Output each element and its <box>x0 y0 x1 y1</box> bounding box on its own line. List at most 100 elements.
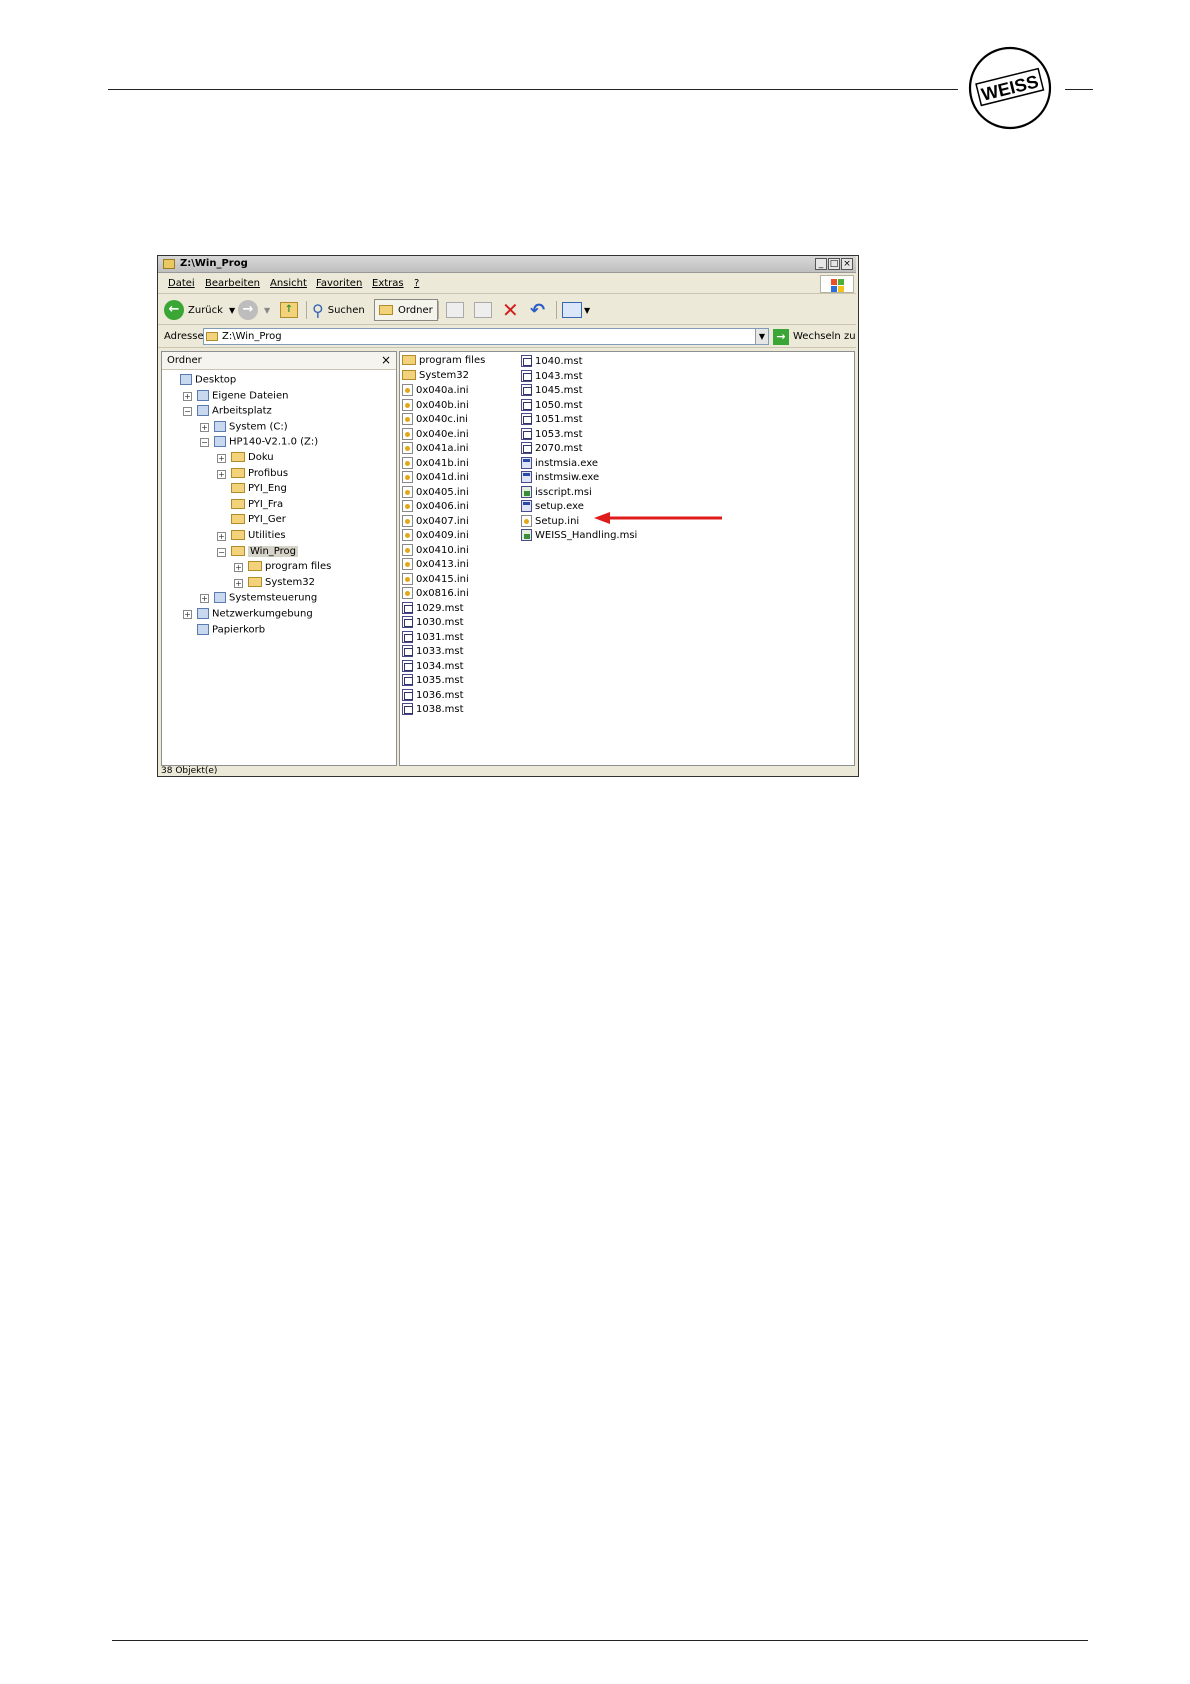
tree-item[interactable]: + System (C:) <box>200 420 288 436</box>
back-button[interactable]: ← Zurück ▼ <box>164 299 235 321</box>
menu-bearbeiten[interactable]: Bearbeiten <box>205 278 260 289</box>
expand-icon[interactable]: + <box>200 594 209 604</box>
undo-button[interactable]: ↶ <box>530 299 545 321</box>
file-item[interactable]: WEISS_Handling.msi <box>521 529 637 544</box>
tree-item[interactable]: PYI_Fra <box>231 498 283 514</box>
tree-item[interactable]: Desktop <box>180 374 236 389</box>
file-item[interactable]: 1030.mst <box>402 616 464 631</box>
tree-item[interactable]: + Netzwerkumgebung <box>183 608 313 623</box>
file-item[interactable]: 1036.mst <box>402 688 464 704</box>
tree-item[interactable]: − HP140-V2.1.0 (Z:) <box>200 436 318 451</box>
file-item[interactable]: 1043.mst <box>521 369 583 385</box>
expand-icon[interactable]: + <box>217 454 226 463</box>
file-item[interactable]: System32 <box>402 369 469 385</box>
go-button[interactable]: Wechseln zu <box>793 331 856 342</box>
file-item[interactable]: 0x040a.ini <box>402 384 469 399</box>
file-item[interactable]: 1050.mst <box>521 398 583 414</box>
file-item[interactable]: 1038.mst <box>402 703 464 718</box>
ini-file-icon <box>402 384 413 396</box>
maximize-button[interactable]: □ <box>828 258 840 270</box>
address-dropdown-button[interactable]: ▼ <box>755 329 768 344</box>
tree-item[interactable]: + Utilities <box>217 530 286 545</box>
menu-ansicht[interactable]: Ansicht <box>270 278 307 289</box>
file-item[interactable]: 0x0406.ini <box>402 500 469 515</box>
file-item[interactable]: 0x041b.ini <box>402 456 469 472</box>
tree-item[interactable]: + Doku <box>217 452 274 467</box>
file-item[interactable]: 0x041d.ini <box>402 471 469 486</box>
file-item[interactable]: 1034.mst <box>402 659 464 675</box>
forward-button[interactable]: → ▼ <box>238 299 270 321</box>
tree-item[interactable]: + Systemsteuerung <box>200 592 317 607</box>
minimize-button[interactable]: _ <box>815 258 827 270</box>
tree-item[interactable]: PYI_Ger <box>231 514 286 529</box>
expand-icon[interactable]: + <box>234 578 243 588</box>
tree-item[interactable]: − Arbeitsplatz <box>183 405 272 420</box>
file-item[interactable]: 1051.mst <box>521 413 583 428</box>
file-item[interactable]: 1029.mst <box>402 601 464 617</box>
back-label: Zurück <box>188 304 223 316</box>
expand-icon[interactable]: + <box>234 563 243 573</box>
file-item[interactable]: 0x041a.ini <box>402 442 469 457</box>
tree-item[interactable]: + program files <box>234 561 331 576</box>
undo-icon: ↶ <box>530 299 546 321</box>
collapse-icon[interactable]: − <box>200 438 209 448</box>
file-item[interactable]: 1045.mst <box>521 384 583 399</box>
file-item[interactable]: setup.exe <box>521 500 584 515</box>
file-item[interactable]: 0x0816.ini <box>402 587 469 602</box>
expand-icon[interactable]: + <box>217 469 226 479</box>
tree-item[interactable]: + System32 <box>234 576 315 592</box>
file-item[interactable]: 0x0413.ini <box>402 558 469 573</box>
file-item[interactable]: isscript.msi <box>521 485 592 501</box>
menu-favoriten[interactable]: Favoriten <box>316 278 362 289</box>
collapse-icon[interactable]: − <box>217 547 226 557</box>
file-item[interactable]: 0x0409.ini <box>402 529 469 544</box>
file-item[interactable]: program files <box>402 355 485 370</box>
file-item[interactable]: 0x040b.ini <box>402 398 469 414</box>
file-item[interactable]: 0x040e.ini <box>402 427 469 443</box>
address-input[interactable]: Z:\Win_Prog ▼ <box>203 328 769 345</box>
menu-datei[interactable]: Datei <box>168 278 195 289</box>
folders-button[interactable]: Ordner <box>374 299 438 321</box>
title-bar[interactable]: Z:\Win_Prog _ □ × <box>158 256 856 273</box>
file-item[interactable]: instmsiw.exe <box>521 471 599 486</box>
mst-file-icon <box>521 427 532 440</box>
tree-item[interactable]: + Eigene Dateien <box>183 389 288 405</box>
tree-item-label: Doku <box>248 452 274 463</box>
file-item[interactable]: instmsia.exe <box>521 456 598 472</box>
file-item[interactable]: 2070.mst <box>521 442 583 457</box>
close-pane-button[interactable]: × <box>381 353 391 367</box>
collapse-icon[interactable]: − <box>183 407 192 417</box>
mst-file-icon <box>402 601 413 614</box>
file-item[interactable]: 0x0407.ini <box>402 514 469 530</box>
file-item[interactable]: 1053.mst <box>521 427 583 443</box>
copy-to-button[interactable] <box>474 299 492 321</box>
file-name: 0x0409.ini <box>416 530 469 541</box>
file-item[interactable]: 0x0410.ini <box>402 543 469 559</box>
tree-item[interactable]: − Win_Prog <box>217 545 298 561</box>
expand-icon[interactable]: + <box>217 532 226 541</box>
tree-item[interactable]: + Profibus <box>217 467 288 483</box>
file-item[interactable]: Setup.ini <box>521 514 579 530</box>
file-name: 0x041a.ini <box>416 443 469 454</box>
go-arrow-icon[interactable]: → <box>773 329 789 345</box>
search-button[interactable]: ⚲ Suchen <box>312 299 365 321</box>
file-item[interactable]: 1033.mst <box>402 645 464 660</box>
tree-item[interactable]: PYI_Eng <box>231 483 287 498</box>
expand-icon[interactable]: + <box>183 610 192 619</box>
move-to-button[interactable] <box>446 299 464 321</box>
menu-help[interactable]: ? <box>414 278 419 289</box>
tree-item[interactable]: Papierkorb <box>197 623 265 639</box>
file-item[interactable]: 0x0405.ini <box>402 485 469 501</box>
file-item[interactable]: 1031.mst <box>402 630 464 646</box>
file-item[interactable]: 0x0415.ini <box>402 572 469 588</box>
menu-extras[interactable]: Extras <box>372 278 404 289</box>
expand-icon[interactable]: + <box>183 391 192 401</box>
views-button[interactable]: ▼ <box>562 299 590 321</box>
close-button[interactable]: × <box>841 258 853 270</box>
expand-icon[interactable]: + <box>200 422 209 432</box>
file-item[interactable]: 0x040c.ini <box>402 413 468 428</box>
delete-button[interactable]: ✕ <box>502 298 519 322</box>
file-item[interactable]: 1040.mst <box>521 355 583 370</box>
up-folder-button[interactable]: ↑ <box>280 299 298 321</box>
file-item[interactable]: 1035.mst <box>402 674 464 689</box>
